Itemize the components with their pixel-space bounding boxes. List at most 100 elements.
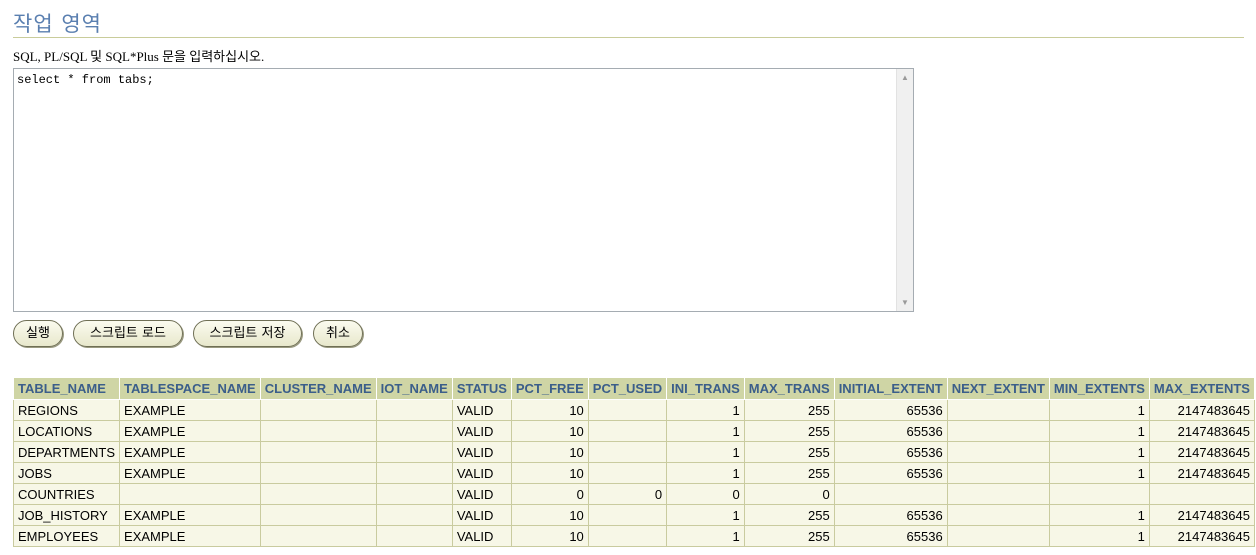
table-cell: VALID [451, 483, 512, 505]
table-cell [1148, 483, 1255, 505]
table-cell: 10 [510, 441, 589, 463]
table-cell [375, 399, 453, 421]
load-script-button[interactable]: 스크립트 로드 [73, 320, 183, 347]
sql-input[interactable]: select * from tabs; [14, 69, 895, 311]
table-row: JOB_HISTORY EXAMPLE VALID 10 1 255 65536 1 21474… [12, 504, 1255, 526]
execute-button[interactable]: 실행 [13, 320, 63, 347]
table-cell [375, 441, 453, 463]
title-divider [13, 37, 1244, 38]
table-cell: 10 [510, 399, 589, 421]
table-cell [946, 462, 1050, 484]
table-cell: 1 [666, 441, 745, 463]
table-cell: EXAMPLE [119, 504, 261, 526]
column-header: IOT_NAME [375, 377, 453, 400]
column-header: PCT_USED [587, 377, 668, 400]
table-cell: 10 [510, 504, 589, 526]
table-cell: 1 [1048, 399, 1150, 421]
table-cell [587, 420, 668, 442]
table-row: JOBS EXAMPLE VALID 10 1 255 65536 1 2147483645 [12, 462, 1255, 484]
table-cell [119, 483, 261, 505]
table-cell: 1 [666, 420, 745, 442]
table-cell: EXAMPLE [119, 462, 261, 484]
table-cell: EXAMPLE [119, 399, 261, 421]
table-cell [259, 525, 377, 547]
table-cell: 10 [510, 462, 589, 484]
table-cell: 255 [743, 399, 835, 421]
table-cell: 1 [666, 525, 745, 547]
table-row: LOCATIONS EXAMPLE VALID 10 1 255 65536 1 2147483… [12, 420, 1255, 442]
table-cell: 1 [1048, 525, 1150, 547]
column-header: STATUS [451, 377, 512, 400]
table-cell: 65536 [833, 462, 948, 484]
table-cell [587, 441, 668, 463]
table-row: DEPARTMENTS EXAMPLE VALID 10 1 255 65536 1 21474… [12, 441, 1255, 463]
table-cell: 65536 [833, 504, 948, 526]
table-cell: 2147483645 [1148, 399, 1255, 421]
table-cell: 1 [1048, 420, 1150, 442]
table-cell [259, 462, 377, 484]
cancel-button[interactable]: 취소 [313, 320, 363, 347]
column-header: PCT_FREE [510, 377, 589, 400]
table-cell: EMPLOYEES [12, 525, 121, 547]
column-header: NEXT_EXTENT [946, 377, 1050, 400]
column-header: TABLE_NAME [12, 377, 121, 400]
table-cell: 65536 [833, 399, 948, 421]
table-cell [946, 483, 1050, 505]
table-cell: EXAMPLE [119, 525, 261, 547]
table-cell [259, 441, 377, 463]
table-cell [375, 420, 453, 442]
table-cell [587, 462, 668, 484]
table-cell: 1 [1048, 504, 1150, 526]
table-cell: 0 [666, 483, 745, 505]
editor-scrollbar[interactable]: ▲ ▼ [896, 69, 913, 311]
table-cell: 65536 [833, 525, 948, 547]
table-cell: 1 [666, 504, 745, 526]
table-cell [946, 504, 1050, 526]
table-cell [375, 483, 453, 505]
table-cell [375, 462, 453, 484]
table-cell: LOCATIONS [12, 420, 121, 442]
table-cell: COUNTRIES [12, 483, 121, 505]
table-cell [587, 399, 668, 421]
column-header: TABLESPACE_NAME [119, 377, 261, 400]
table-cell [946, 441, 1050, 463]
table-cell [259, 399, 377, 421]
table-cell [259, 504, 377, 526]
table-cell: 0 [587, 483, 668, 505]
table-cell [1048, 483, 1150, 505]
table-cell: 10 [510, 525, 589, 547]
scroll-down-arrow-icon[interactable]: ▼ [897, 294, 913, 311]
scroll-up-arrow-icon[interactable]: ▲ [897, 69, 913, 86]
table-cell: VALID [451, 420, 512, 442]
table-cell: 0 [510, 483, 589, 505]
table-cell: 1 [666, 462, 745, 484]
column-header: INI_TRANS [666, 377, 745, 400]
table-cell: 255 [743, 462, 835, 484]
table-cell: JOB_HISTORY [12, 504, 121, 526]
table-cell: 255 [743, 420, 835, 442]
table-cell [375, 504, 453, 526]
table-cell: 2147483645 [1148, 441, 1255, 463]
table-cell: VALID [451, 399, 512, 421]
table-cell: VALID [451, 462, 512, 484]
table-cell: VALID [451, 525, 512, 547]
table-cell [833, 483, 948, 505]
table-cell: EXAMPLE [119, 441, 261, 463]
column-header: MAX_TRANS [743, 377, 835, 400]
save-script-button[interactable]: 스크립트 저장 [193, 320, 302, 347]
table-cell: 2147483645 [1148, 525, 1255, 547]
table-cell [946, 420, 1050, 442]
column-header: CLUSTER_NAME [259, 377, 377, 400]
table-cell: VALID [451, 441, 512, 463]
table-cell: 1 [1048, 441, 1150, 463]
table-cell [587, 525, 668, 547]
table-row: COUNTRIES VALID 0 0 0 0 [12, 483, 1255, 505]
table-cell: EXAMPLE [119, 420, 261, 442]
results-body: REGIONS EXAMPLE VALID 10 1 255 65536 1 214748364… [12, 399, 1255, 547]
instruction-text: SQL, PL/SQL 및 SQL*Plus 문을 입력하십시오. [13, 49, 265, 64]
table-cell: 65536 [833, 420, 948, 442]
table-cell [259, 420, 377, 442]
table-cell [946, 525, 1050, 547]
table-cell: REGIONS [12, 399, 121, 421]
table-cell: VALID [451, 504, 512, 526]
